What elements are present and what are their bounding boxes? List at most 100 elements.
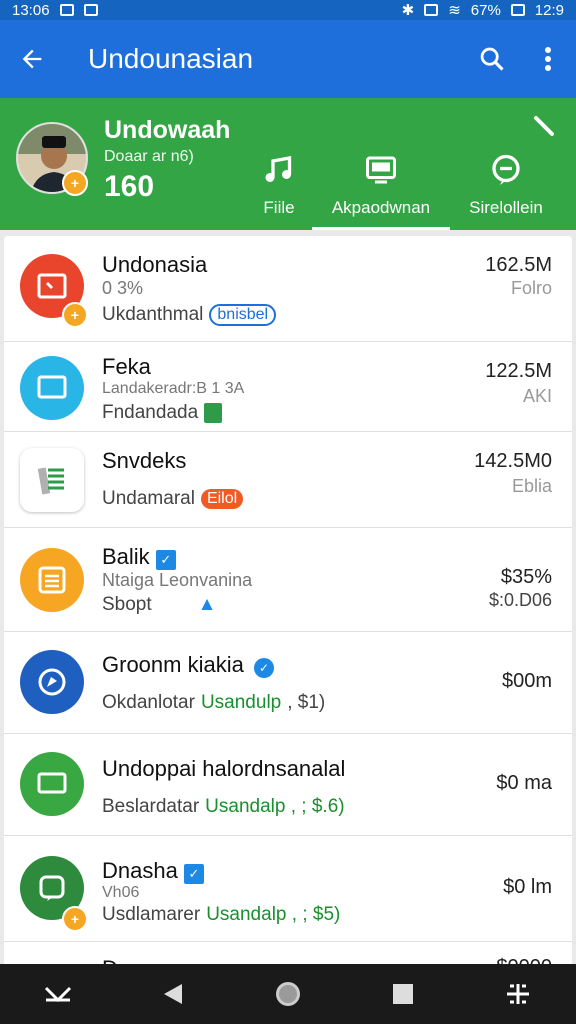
list-item[interactable]: Feka Landakeradr:B 1 3A Fndandada 122.5M… — [4, 342, 572, 432]
row-detail: Fndandada — [102, 402, 223, 424]
row-detail-text: Ukdanthmal — [102, 304, 204, 325]
battery-percent: 67% — [470, 1, 501, 19]
tab-file[interactable]: Fiile — [246, 150, 312, 230]
row-title-text: Dnasha — [102, 858, 178, 883]
list-item[interactable]: Du... $0000 — [4, 942, 572, 966]
row-subtitle: Landakeradr:B 1 3A — [102, 380, 245, 397]
verified-icon: ✓ — [183, 864, 204, 884]
message-box-icon — [37, 375, 67, 399]
wifi-icon: ≋ — [448, 2, 461, 19]
verified-icon: ✓ — [155, 550, 176, 570]
tab-active-indicator — [312, 227, 450, 230]
compass-icon — [38, 668, 66, 696]
profile-name: Undowaah — [104, 116, 231, 144]
status-clock: 12:9 — [534, 1, 564, 19]
keyboard-switch-button[interactable] — [488, 964, 548, 1024]
app-bar: Undounasian — [0, 20, 576, 98]
profile-count: 160 — [104, 170, 155, 203]
list-item[interactable]: Groonm kiakia ✓ Okdanlotar Usandulp , $1… — [4, 632, 572, 734]
message-icon — [83, 4, 98, 16]
row-detail-text: Okdanlotar — [102, 692, 195, 713]
back-nav-button[interactable] — [143, 964, 203, 1024]
row-detail: Undamaral Eilol — [102, 488, 244, 510]
status-time: 13:06 — [12, 1, 50, 19]
row-title-text: Groonm kiakia — [102, 652, 244, 677]
row-title: Undoppai halordnsanalal — [102, 756, 346, 781]
row-meta: Eblia — [511, 476, 552, 496]
chat-icon — [492, 154, 520, 185]
row-tail: , $1) — [287, 692, 326, 713]
list-item[interactable]: Undoppai halordnsanalal Beslardatar Usan… — [4, 734, 572, 836]
search-button[interactable] — [464, 20, 520, 98]
row-subtitle: Vh06 — [102, 884, 140, 901]
home-button[interactable] — [258, 964, 318, 1024]
tv-icon — [366, 156, 396, 184]
row-meta: Folro — [510, 278, 552, 298]
avatar-add-badge[interactable]: + — [62, 170, 88, 196]
add-badge-icon: + — [62, 302, 88, 328]
tab-akpaodwnan[interactable]: Akpaodwnan — [312, 150, 450, 230]
profile-header: + Undowaah Doaar ar n6) 160 Fiile Akpaod… — [0, 98, 576, 230]
row-price: $0 ma — [496, 772, 552, 794]
more-vert-icon — [545, 47, 551, 71]
sheet-icon — [204, 403, 223, 423]
collapse-button[interactable] — [28, 964, 88, 1024]
app-icon — [20, 356, 84, 420]
row-detail-text: Fndandada — [102, 402, 199, 423]
overflow-menu-button[interactable] — [520, 20, 576, 98]
tab-sirelollein-label: Sirelollein — [469, 198, 543, 217]
list-item[interactable]: Balik ✓ Ntaiga Leonvanina Sbopt ▲ $35% $… — [4, 528, 572, 632]
square-recents-icon — [393, 984, 414, 1004]
recents-button[interactable] — [373, 964, 433, 1024]
tab-file-label: Fiile — [263, 198, 295, 217]
row-title: Undonasia — [102, 252, 208, 277]
list-item[interactable]: + Dnasha ✓ Vh06 Usdlamarer Usandalp , ; … — [4, 836, 572, 942]
row-detail: Sbopt ▲ — [102, 594, 216, 616]
status-badge: Eilol — [200, 489, 244, 509]
list-item[interactable]: + Undonasia 0 3% Ukdanthmal bnisbel 162.… — [4, 236, 572, 342]
row-title-text: Balik — [102, 544, 150, 569]
app-list: + Undonasia 0 3% Ukdanthmal bnisbel 162.… — [4, 236, 572, 966]
circle-home-icon — [275, 982, 300, 1006]
keyboard-icon — [507, 984, 530, 1004]
edit-icon[interactable] — [532, 112, 560, 140]
nfc-icon — [59, 4, 74, 16]
bluetooth-icon: ✱ — [401, 2, 415, 19]
row-detail-text: Beslardatar — [102, 796, 200, 817]
music-note-icon — [265, 156, 292, 182]
row-title: Groonm kiakia ✓ — [102, 652, 274, 678]
row-price: $35% — [500, 566, 552, 588]
document-lines-icon — [37, 467, 64, 495]
battery-icon — [510, 4, 525, 16]
row-price: $0 lm — [503, 876, 552, 898]
pin-icon: ▲ — [197, 594, 217, 615]
info-badge-icon: ✓ — [253, 658, 274, 678]
list-item[interactable]: Snvdeks Undamaral Eilol 142.5M0 Eblia — [4, 432, 572, 528]
row-subtitle: Ntaiga Leonvanina — [102, 570, 253, 590]
app-icon — [20, 548, 84, 612]
list-icon — [38, 566, 66, 594]
triangle-back-icon — [163, 984, 182, 1004]
back-button[interactable] — [0, 20, 64, 98]
app-icon — [20, 448, 84, 512]
row-title: Feka — [102, 354, 151, 379]
page-title: Undounasian — [88, 43, 254, 74]
chat-bubble-icon — [39, 875, 65, 901]
system-nav-bar — [0, 964, 576, 1024]
app-icon — [20, 650, 84, 714]
row-size: 142.5M0 — [474, 450, 552, 472]
chevron-down-icon — [44, 986, 71, 1003]
row-detail-text: Undamaral — [102, 488, 195, 509]
row-title: Balik ✓ — [102, 544, 176, 570]
add-badge-icon: + — [62, 906, 88, 932]
arrow-left-icon — [22, 49, 42, 69]
row-highlight: Usandulp — [200, 692, 282, 713]
row-title: Dnasha ✓ — [102, 858, 204, 884]
status-badge: bnisbel — [209, 304, 277, 326]
tab-akpaodwnan-label: Akpaodwnan — [331, 198, 431, 217]
row-meta: $:0.D06 — [488, 590, 552, 610]
row-meta: AKI — [522, 386, 552, 406]
tab-sirelollein[interactable]: Sirelollein — [456, 150, 556, 230]
row-size: 162.5M — [485, 254, 552, 276]
search-icon — [480, 47, 504, 71]
